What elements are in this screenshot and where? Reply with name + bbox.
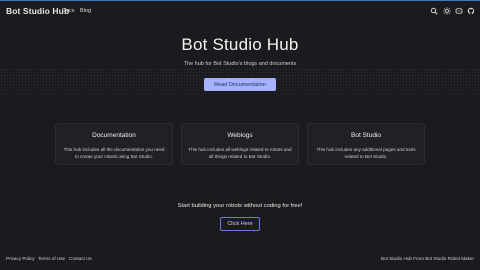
card-description: This hub includes all weblogs related to…: [188, 147, 292, 159]
card-bot-studio[interactable]: Bot Studio This hub includes any additio…: [307, 123, 425, 165]
footer-link-privacy-policy[interactable]: Privacy Policy: [6, 256, 35, 261]
card-description: This hub includes any additional pages a…: [316, 147, 416, 159]
read-documentation-button[interactable]: Read Documentation: [204, 78, 276, 91]
card-title: Documentation: [92, 132, 136, 139]
site-brand[interactable]: Bot Studio Hub: [6, 6, 69, 16]
card-documentation[interactable]: Documentation This hub includes all the …: [55, 123, 173, 165]
footer: Privacy Policy Terms of Use Contact Us B…: [0, 252, 480, 270]
github-icon[interactable]: [467, 7, 475, 15]
footer-link-terms-of-use[interactable]: Terms of Use: [38, 256, 65, 261]
card-title: Weblogs: [227, 132, 253, 139]
card-description: This hub includes all the documentation …: [63, 147, 165, 159]
theme-toggle-icon[interactable]: [443, 7, 451, 15]
hero-title: Bot Studio Hub: [181, 35, 299, 54]
cta-text: Start building your robots without codin…: [177, 203, 303, 209]
footer-link-contact-us[interactable]: Contact Us: [69, 256, 92, 261]
hero-subtitle: The hub for Bot Studio's blogs and docum…: [183, 61, 297, 67]
top-navbar: Bot Studio Hub Docs Blog: [0, 0, 480, 22]
click-here-button[interactable]: Click Here: [220, 217, 260, 231]
search-icon[interactable]: [430, 7, 438, 15]
card-title: Bot Studio: [351, 132, 381, 139]
nav-link-blog[interactable]: Blog: [80, 8, 91, 14]
nav-link-docs[interactable]: Docs: [62, 8, 75, 14]
card-weblogs[interactable]: Weblogs This hub includes all weblogs re…: [181, 123, 299, 165]
footer-credit: Bot Studio Hub From Bot Studio Robot Mak…: [381, 256, 474, 261]
discord-icon[interactable]: [455, 7, 463, 15]
